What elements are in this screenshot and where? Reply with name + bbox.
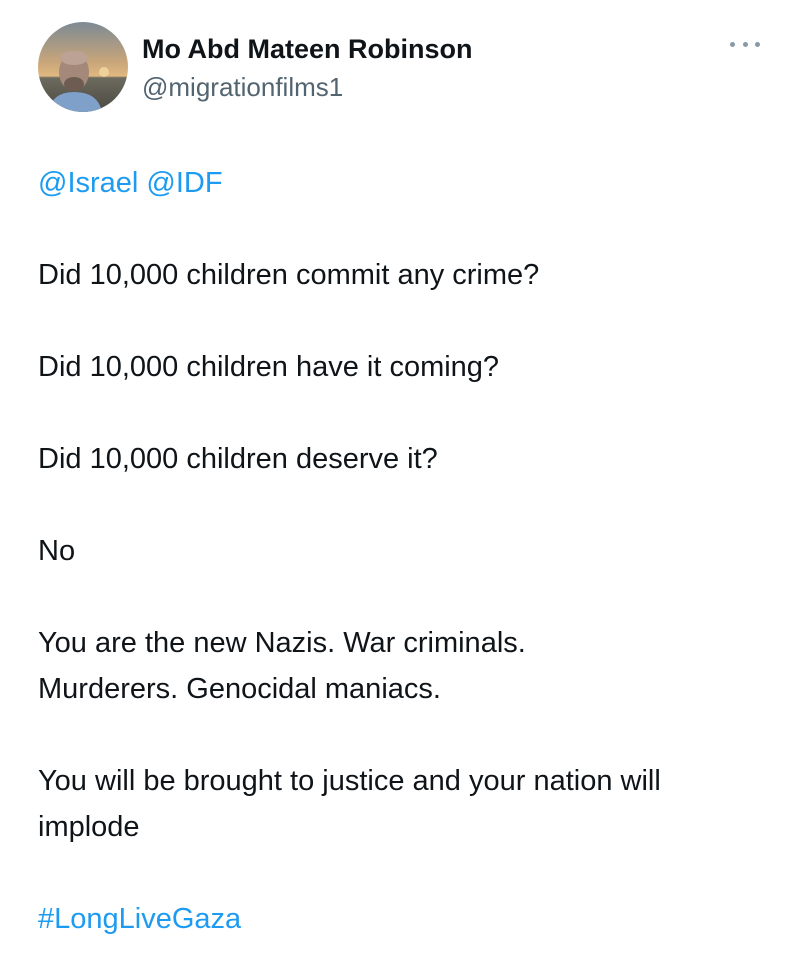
tweet-paragraph: Did 10,000 children commit any crime? — [38, 259, 540, 291]
user-names: Mo Abd Mateen Robinson @migrationfilms1 — [142, 32, 472, 104]
mentions-line: @Israel @IDF — [38, 160, 768, 206]
user-handle[interactable]: @migrationfilms1 — [142, 70, 472, 104]
tweet-paragraph: Did 10,000 children have it coming? — [38, 351, 500, 383]
tweet-paragraph: You will be brought to justice and your … — [38, 765, 661, 843]
tweet-paragraph: No — [38, 535, 76, 567]
tweet-paragraph: You are the new Nazis. War criminals. Mu… — [38, 627, 526, 705]
tweet-text: @Israel @IDF Did 10,000 children commit … — [38, 160, 768, 942]
avatar-photo-icon — [38, 22, 128, 112]
hashtag-line: #LongLiveGaza — [38, 896, 768, 942]
more-options-icon[interactable] — [730, 34, 760, 54]
tweet-header: Mo Abd Mateen Robinson @migrationfilms1 — [38, 22, 768, 114]
display-name[interactable]: Mo Abd Mateen Robinson — [142, 32, 472, 66]
dot-icon — [730, 41, 735, 47]
hashtag-link[interactable]: #LongLiveGaza — [38, 903, 241, 935]
mention-link[interactable]: @Israel — [38, 167, 138, 199]
mention-link[interactable]: @IDF — [146, 167, 222, 199]
tweet-paragraph: Did 10,000 children deserve it? — [38, 443, 438, 475]
avatar[interactable] — [38, 22, 128, 112]
dot-icon — [755, 41, 760, 47]
dot-icon — [742, 41, 748, 47]
